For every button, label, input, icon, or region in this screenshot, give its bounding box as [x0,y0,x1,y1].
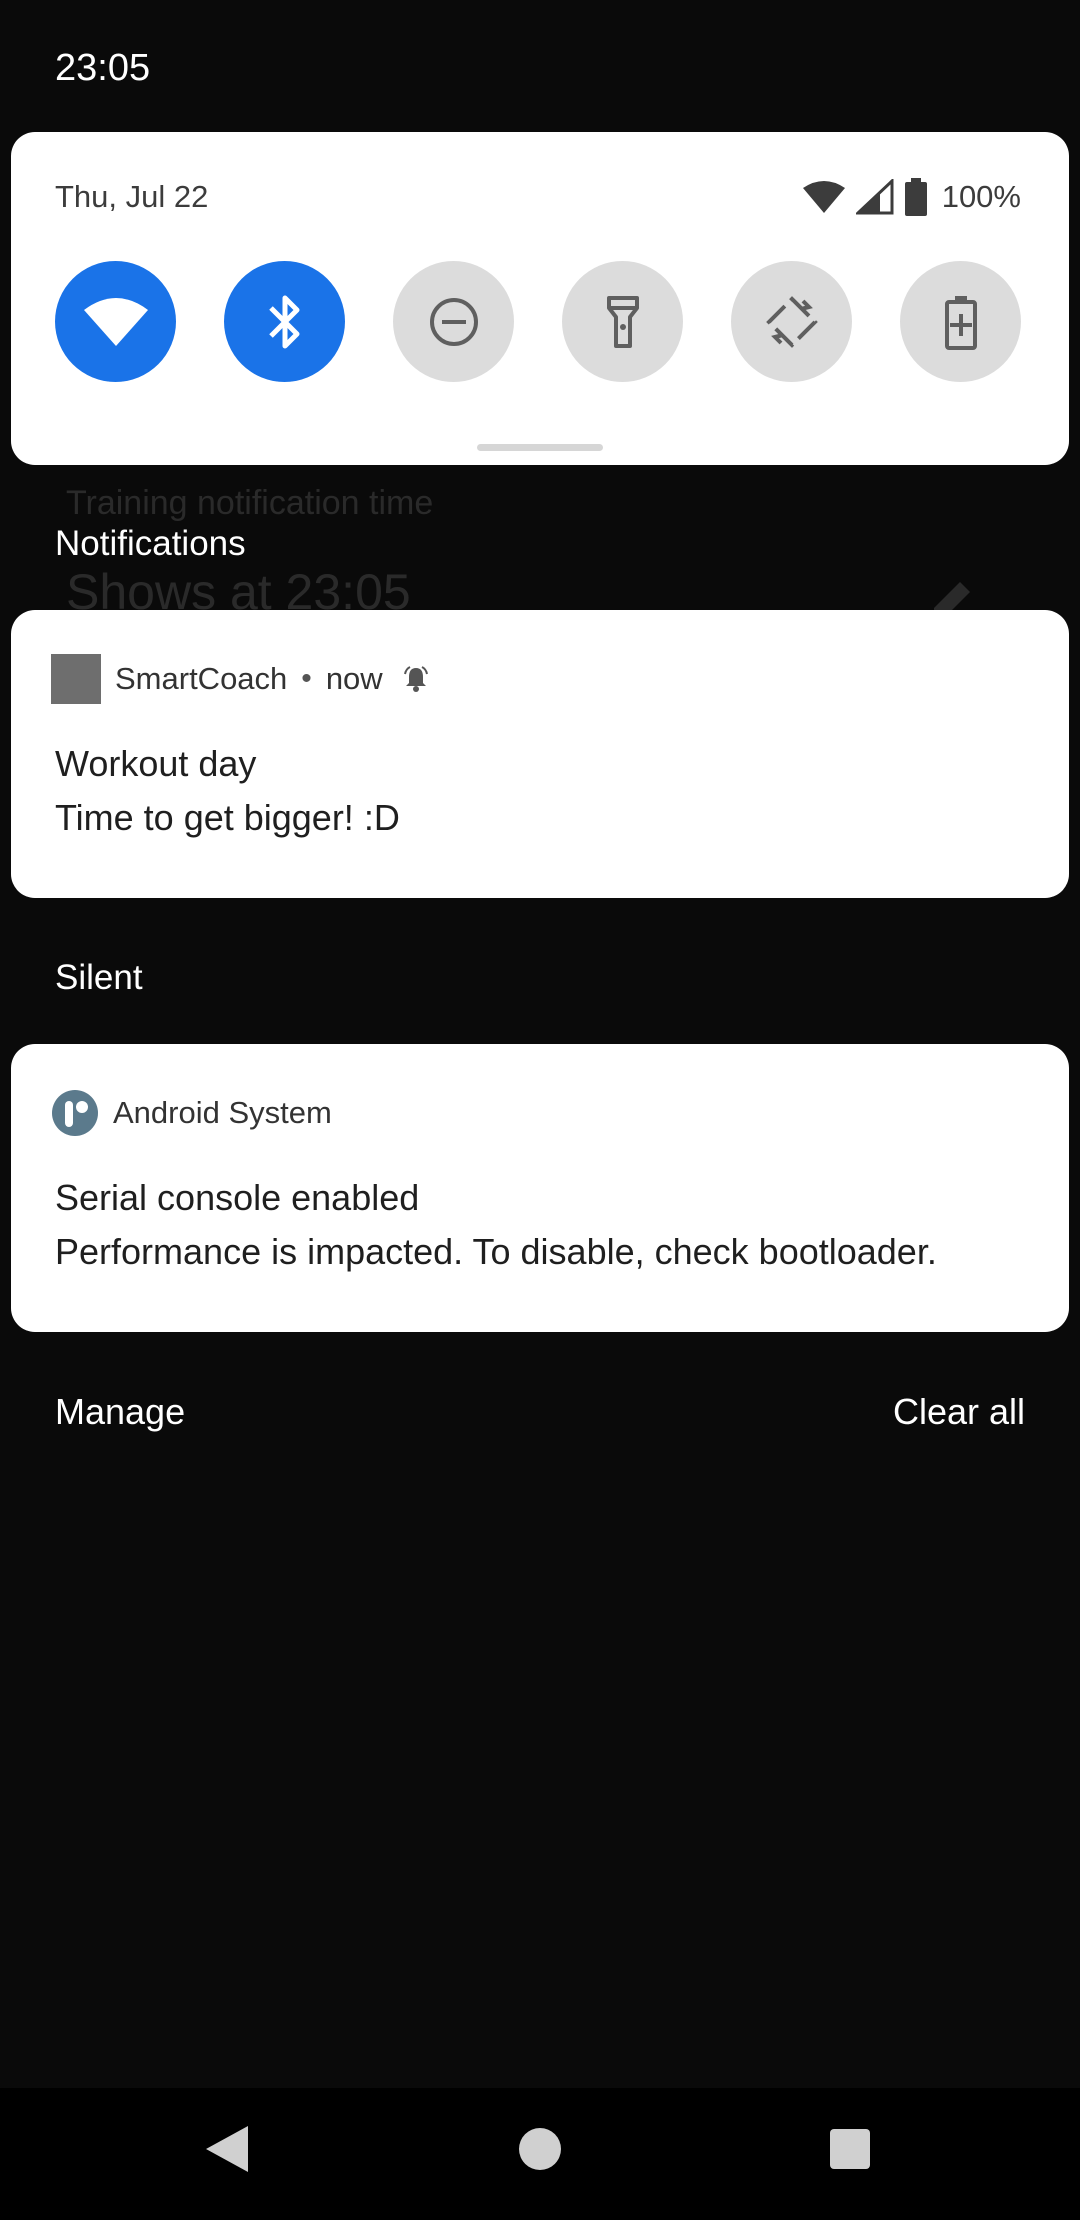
auto-rotate-icon [765,295,818,348]
do-not-disturb-icon [429,297,478,346]
android-system-notification[interactable]: Android System Serial console enabled Pe… [11,1044,1069,1332]
android-system-icon [52,1090,98,1136]
bluetooth-tile[interactable] [224,261,345,382]
pencil-icon [934,582,970,612]
notification-text: Performance is impacted. To disable, che… [55,1231,937,1272]
clear-all-button[interactable]: Clear all [893,1390,1025,1434]
recents-icon[interactable] [828,2124,872,2174]
back-icon[interactable] [204,2124,250,2174]
bell-icon [403,666,428,692]
notification-app-name: SmartCoach [115,661,288,696]
flashlight-icon [606,295,639,348]
bluetooth-icon [268,295,299,348]
notification-title: Serial console enabled [55,1177,420,1218]
background-setting-value: Shows at 23:05 [66,572,411,610]
flashlight-tile[interactable] [562,261,683,382]
separator-dot: • [301,662,312,695]
notification-header: Android System [51,1088,332,1138]
notification-text: Time to get bigger! :D [55,797,400,838]
notification-header: SmartCoach • now [51,654,431,704]
notification-time: now [325,661,383,696]
battery-icon [904,178,927,216]
status-bar-time: 23:05 [55,47,151,89]
wifi-icon [83,297,148,346]
silent-section-header: Silent [55,958,143,997]
home-icon[interactable] [518,2124,562,2174]
smartcoach-app-icon [51,654,101,704]
quick-settings-panel: Thu, Jul 22 100% [11,132,1069,465]
qs-tiles [55,261,1021,382]
wifi-signal-icon [802,181,845,213]
background-setting-label: Training notification time [66,484,434,522]
do-not-disturb-tile[interactable] [393,261,514,382]
battery-saver-tile[interactable] [900,261,1021,382]
manage-button[interactable]: Manage [55,1390,185,1434]
qs-status-icons: 100% [802,174,1021,220]
notification-app-name: Android System [113,1095,332,1130]
cell-signal-icon [855,179,894,215]
auto-rotate-tile[interactable] [731,261,852,382]
notifications-section-header: Notifications [55,524,246,563]
battery-saver-icon [944,295,977,350]
qs-drag-handle[interactable] [477,444,603,451]
notification-title: Workout day [55,743,257,784]
qs-date[interactable]: Thu, Jul 22 [55,177,208,217]
wifi-tile[interactable] [55,261,176,382]
navigation-bar [0,2088,1080,2220]
battery-percentage: 100% [941,179,1021,214]
notification-shade: 23:05 Thu, Jul 22 100% Training notifica… [0,0,1080,2220]
smartcoach-notification[interactable]: SmartCoach • now Workout day Time to get… [11,610,1069,898]
